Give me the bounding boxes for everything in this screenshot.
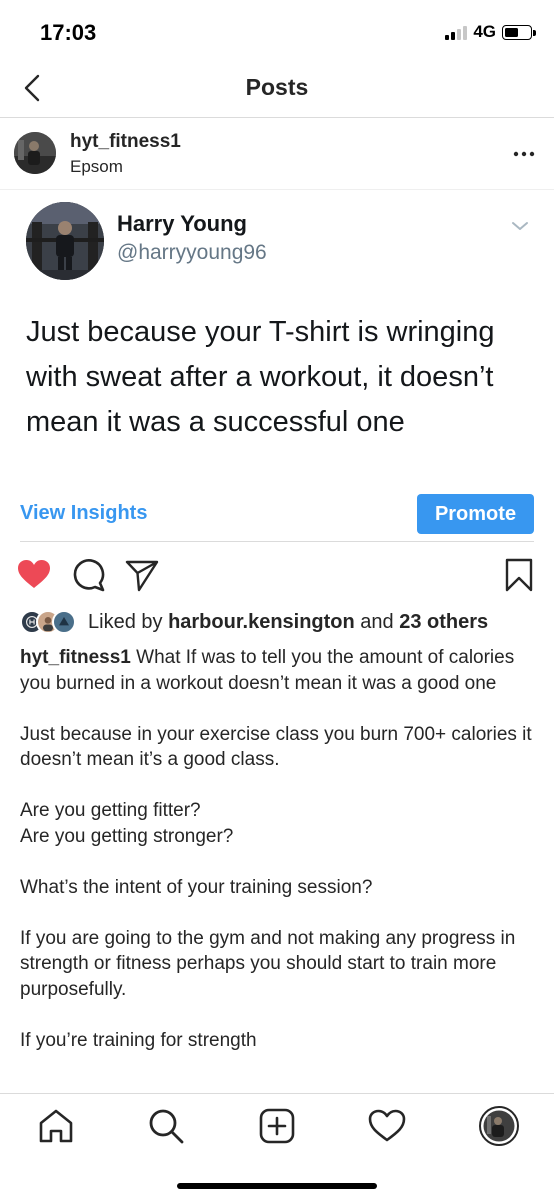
caption-paragraph: If you are going to the gym and not maki… [20, 927, 516, 1000]
liker-avatar [52, 610, 76, 634]
battery-icon [502, 24, 536, 40]
promote-button[interactable]: Promote [417, 494, 534, 534]
bookmark-icon[interactable] [501, 557, 537, 593]
nav-header: Posts [0, 62, 554, 118]
caption-paragraph: Just because in your exercise class you … [20, 723, 532, 771]
post-header: hyt_fitness1 Epsom [0, 118, 554, 190]
avatar-photo [14, 132, 56, 174]
insights-row: View Insights Promote [20, 480, 534, 542]
home-indicator[interactable] [177, 1183, 377, 1189]
bottom-tab-bar [0, 1093, 554, 1200]
likes-summary: Liked by harbour.kensington and 23 other… [88, 611, 488, 634]
instagram-post-screen: 17:03 4G Posts hyt_fitness1 Epsom Harry … [0, 0, 554, 1200]
avatar-photo [26, 202, 104, 280]
caption-paragraph: If you’re training for strength [20, 1029, 257, 1051]
likes-and: and [354, 611, 400, 633]
send-icon[interactable] [124, 557, 160, 593]
status-bar: 17:03 4G [0, 0, 554, 62]
status-indicators: 4G [445, 22, 536, 42]
tweet-author-avatar [26, 202, 104, 280]
post-location[interactable]: Epsom [70, 157, 123, 177]
post-caption: hyt_fitness1 What If was to tell you the… [20, 645, 540, 1090]
caption-line: Are you getting fitter? [20, 800, 201, 821]
more-options-button[interactable] [512, 142, 536, 166]
caption-overlap [20, 1076, 540, 1090]
tweet-text: Just because your T-shirt is wringing wi… [26, 316, 495, 438]
home-icon[interactable] [36, 1106, 76, 1146]
caption-line: Are you getting stronger? [20, 825, 234, 847]
others-likes-link[interactable]: 23 others [399, 611, 488, 633]
heart-filled-icon[interactable] [16, 557, 52, 593]
heart-outline-icon[interactable] [367, 1106, 407, 1146]
likes-row[interactable]: Liked by harbour.kensington and 23 other… [20, 608, 540, 636]
profile-avatar-icon[interactable] [479, 1106, 519, 1146]
caption-paragraph: Are you getting fitter? Are you getting s… [20, 798, 540, 849]
add-post-icon[interactable] [257, 1106, 297, 1146]
tweet-author-handle: @harryyoung96 [117, 241, 267, 264]
liker-username[interactable]: harbour.kensington [168, 611, 355, 633]
liker-avatars [20, 610, 80, 634]
post-username[interactable]: hyt_fitness1 [70, 131, 181, 153]
post-image-tweet: Harry Young @harryyoung96 Just because y… [0, 190, 554, 480]
chevron-down-icon [512, 222, 528, 230]
page-title: Posts [245, 74, 309, 100]
caption-username[interactable]: hyt_fitness1 [20, 647, 131, 668]
caption-paragraph: What’s the intent of your training sessi… [20, 876, 373, 898]
more-horizontal-icon [513, 151, 535, 157]
view-insights-link[interactable]: View Insights [20, 502, 147, 525]
post-author-avatar[interactable] [14, 132, 56, 174]
comment-icon[interactable] [70, 557, 106, 593]
search-icon[interactable] [146, 1106, 186, 1146]
post-actions [0, 555, 554, 595]
caption-paragraph: hyt_fitness1 What If was to tell you the… [20, 645, 540, 696]
tweet-author-name: Harry Young [117, 211, 247, 236]
status-time: 17:03 [40, 20, 97, 45]
network-type: 4G [473, 22, 496, 41]
likes-prefix: Liked by [88, 611, 169, 633]
signal-strength-icon [445, 24, 468, 40]
